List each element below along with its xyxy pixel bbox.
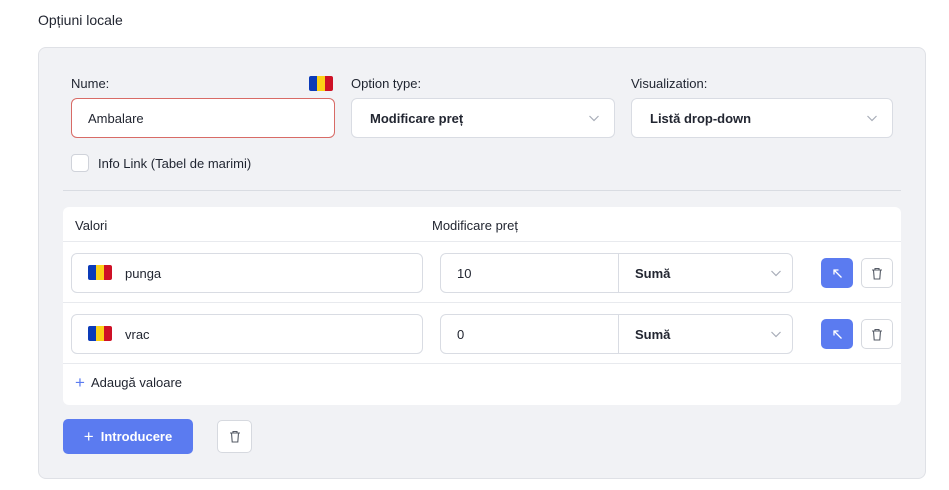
price-input[interactable]: 10 [457, 266, 471, 281]
divider [63, 190, 901, 191]
visualization-select[interactable]: Listă drop-down [631, 98, 893, 138]
name-input[interactable]: Ambalare [71, 98, 335, 138]
field-separator [618, 315, 619, 353]
price-modifier-field: 10 Sumă [440, 253, 793, 293]
chevron-down-icon [866, 112, 878, 124]
romania-flag-icon[interactable] [309, 76, 333, 91]
option-type-select[interactable]: Modificare preț [351, 98, 615, 138]
row-divider [63, 363, 901, 364]
submit-button[interactable]: + Introducere [63, 419, 193, 454]
option-type-value: Modificare preț [370, 110, 464, 126]
column-header-values: Valori [75, 218, 108, 233]
section-title: Opțiuni locale [38, 12, 123, 28]
add-value-label: Adaugă valoare [90, 375, 183, 390]
arrow-up-left-icon [832, 268, 842, 278]
value-text: punga [125, 266, 162, 281]
visualization-label: Visualization: [631, 76, 708, 91]
value-text: vrac [125, 327, 150, 342]
plus-icon: + [83, 426, 94, 446]
value-input[interactable]: punga [71, 253, 423, 293]
delete-row-button[interactable] [861, 319, 893, 349]
move-up-button[interactable] [821, 319, 853, 349]
delete-row-button[interactable] [861, 258, 893, 288]
trash-icon [229, 430, 240, 443]
chevron-down-icon [770, 267, 782, 279]
value-input[interactable]: vrac [71, 314, 423, 354]
move-up-button[interactable] [821, 258, 853, 288]
name-label: Nume: [71, 76, 110, 91]
trash-icon [872, 328, 882, 341]
price-modifier-field: 0 Sumă [440, 314, 793, 354]
price-input[interactable]: 0 [457, 327, 464, 342]
price-type-select[interactable]: Sumă [635, 266, 670, 281]
submit-label: Introducere [100, 429, 173, 444]
trash-icon [872, 267, 882, 280]
name-input-value: Ambalare [88, 110, 144, 126]
row-divider [63, 302, 901, 303]
info-link-checkbox[interactable] [71, 154, 89, 172]
price-type-select[interactable]: Sumă [635, 327, 670, 342]
option-panel: Nume: Ambalare Option type: Modificare p… [38, 47, 926, 479]
arrow-up-left-icon [832, 329, 842, 339]
romania-flag-icon [88, 326, 112, 341]
column-header-price: Modificare preț [432, 218, 518, 233]
field-separator [618, 254, 619, 292]
header-divider [63, 241, 901, 242]
chevron-down-icon [588, 112, 600, 124]
delete-option-button[interactable] [217, 420, 252, 453]
values-table: Valori Modificare preț punga 10 Sumă vra… [63, 207, 901, 405]
visualization-value: Listă drop-down [650, 110, 752, 126]
chevron-down-icon [770, 328, 782, 340]
romania-flag-icon [88, 265, 112, 280]
option-type-label: Option type: [351, 76, 422, 91]
plus-icon: + [75, 373, 85, 392]
add-value-link[interactable]: + Adaugă valoare [75, 373, 183, 392]
info-link-label: Info Link (Tabel de marimi) [98, 156, 252, 171]
